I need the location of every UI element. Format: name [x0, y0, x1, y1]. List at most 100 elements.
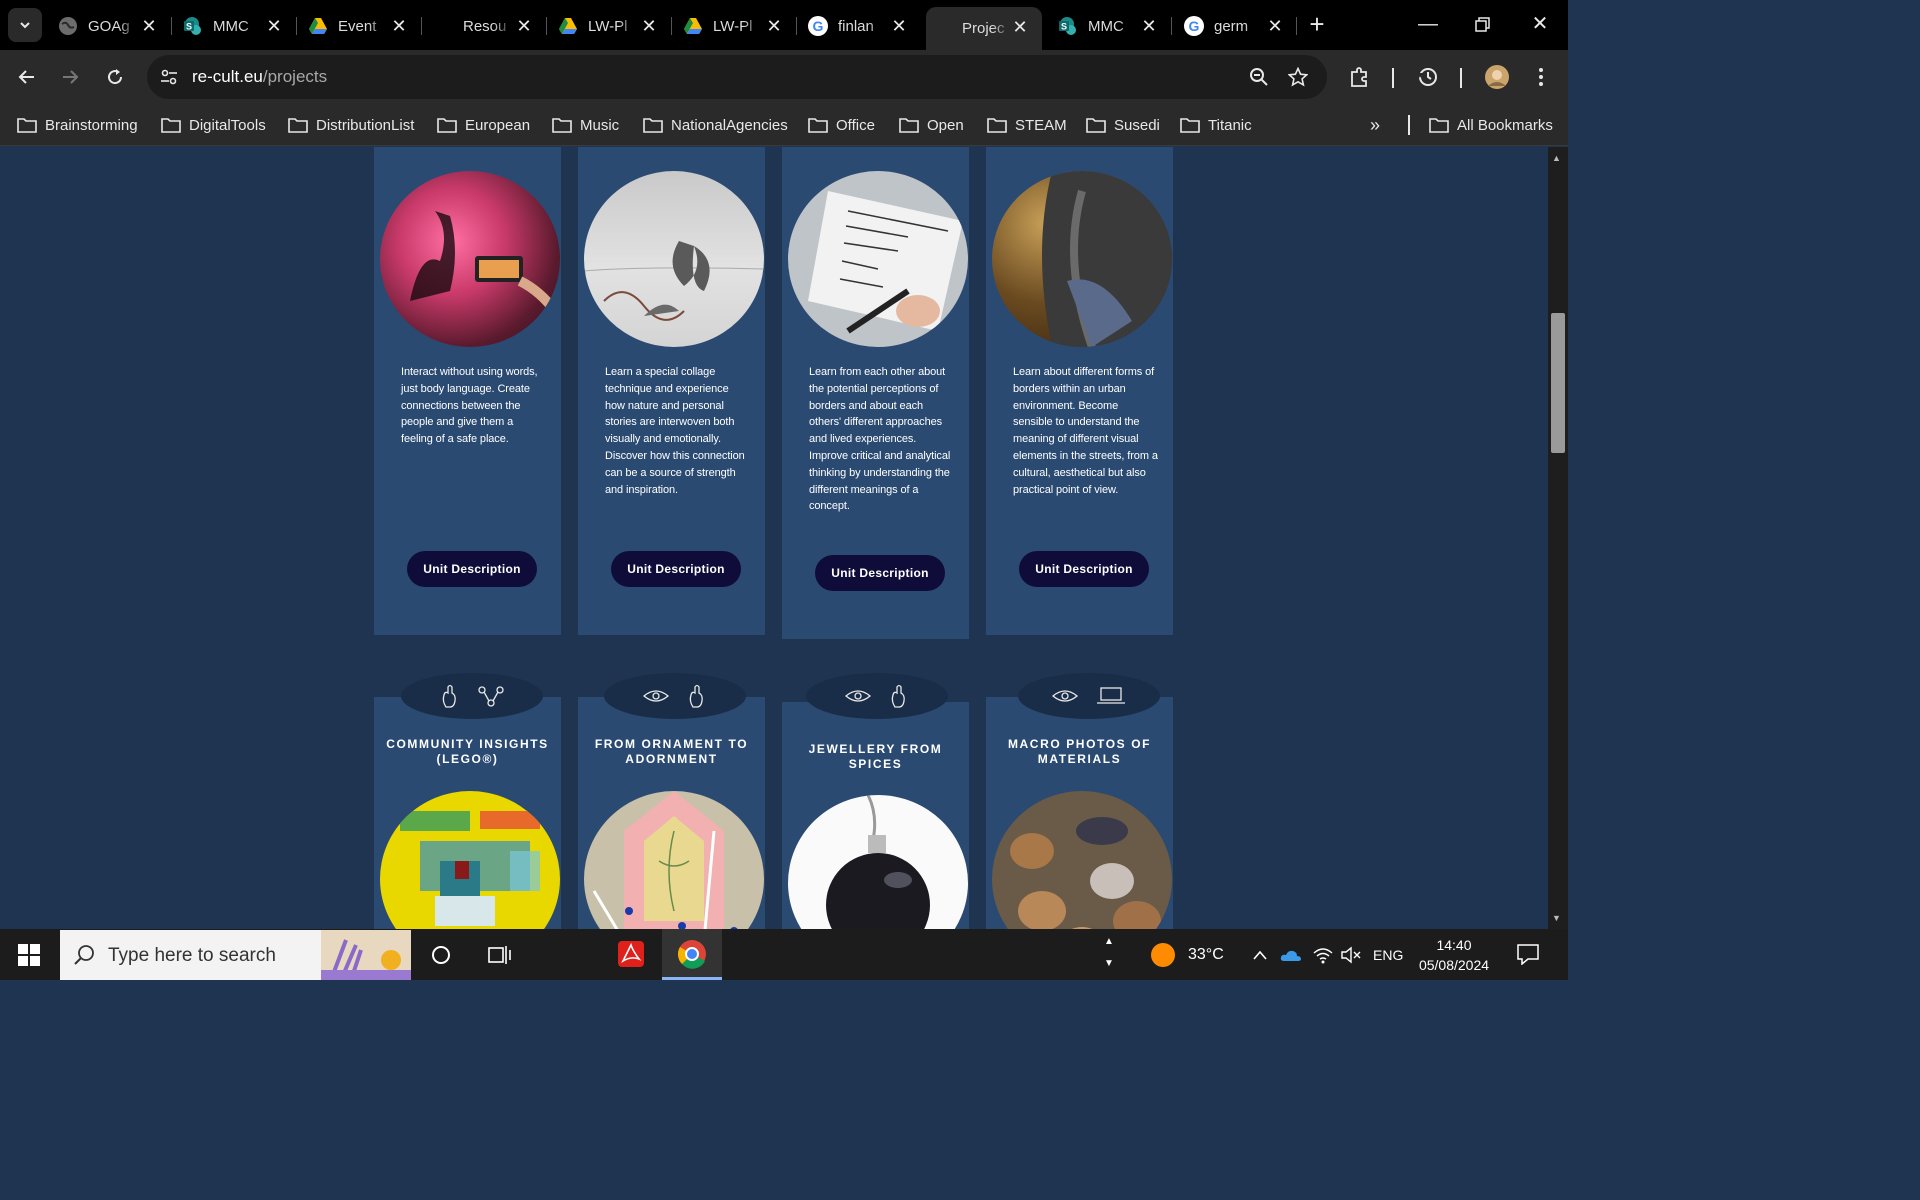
- close-icon[interactable]: ✕: [514, 16, 534, 36]
- laptop-icon: [1097, 687, 1125, 704]
- drive-icon: [558, 16, 578, 36]
- close-icon[interactable]: ✕: [889, 16, 909, 36]
- all-bookmarks-button[interactable]: All Bookmarks: [1429, 112, 1553, 138]
- taskbar-chrome[interactable]: [662, 929, 722, 980]
- bookmark-folder-titanic[interactable]: Titanic: [1180, 112, 1252, 138]
- folder-icon: [643, 118, 663, 133]
- svg-text:S: S: [1061, 22, 1067, 32]
- windows-start-icon[interactable]: [18, 944, 40, 971]
- onedrive-icon[interactable]: [1280, 929, 1302, 980]
- extensions-button[interactable]: [1345, 62, 1375, 92]
- tab-resou[interactable]: Resou ✕: [421, 8, 546, 44]
- project-description: Learn a special collage technique and ex…: [605, 366, 745, 496]
- tab-finlan[interactable]: G finlan ✕: [796, 8, 921, 44]
- folder-icon: [808, 118, 828, 133]
- zoom-icon[interactable]: [1249, 67, 1269, 87]
- tab-event[interactable]: Event ✕: [296, 8, 421, 44]
- cortana-icon[interactable]: [430, 944, 452, 971]
- close-icon[interactable]: ✕: [764, 16, 784, 36]
- close-icon[interactable]: ✕: [1265, 16, 1285, 36]
- taskbar-search-input[interactable]: Type here to search: [60, 930, 411, 980]
- bookmark-folder-digitaltools[interactable]: DigitalTools: [161, 112, 266, 138]
- forward-button[interactable]: [55, 62, 85, 92]
- project-description: Learn from each other about the potentia…: [809, 366, 951, 513]
- task-view-icon[interactable]: [488, 944, 512, 971]
- tab-goag[interactable]: GOAg ✕: [46, 8, 171, 44]
- close-icon[interactable]: ✕: [264, 16, 284, 36]
- tab-title: LW-Pl: [713, 17, 753, 35]
- tab-projects-active[interactable]: Projec ✕: [926, 7, 1042, 50]
- tab-mmc-2[interactable]: S MMC ✕: [1046, 8, 1171, 44]
- scroll-up-arrow-icon[interactable]: ▲: [1552, 153, 1561, 163]
- minimize-button[interactable]: —: [1413, 10, 1443, 40]
- weather-widget[interactable]: 33°C: [1150, 929, 1224, 980]
- project-title: MACRO PHOTOS OF MATERIALS: [1007, 737, 1152, 766]
- skill-icons: [1018, 673, 1160, 719]
- close-icon[interactable]: ✕: [639, 16, 659, 36]
- tab-germ[interactable]: G germ ✕: [1172, 8, 1297, 44]
- bookmarks-bar: Brainstorming DigitalTools DistributionL…: [0, 104, 1568, 146]
- bookmark-folder-distributionlist[interactable]: DistributionList: [288, 112, 414, 138]
- chrome-menu-button[interactable]: [1526, 62, 1556, 92]
- volume-muted-icon[interactable]: [1340, 929, 1362, 980]
- bookmark-star-icon[interactable]: [1288, 67, 1308, 87]
- language-indicator[interactable]: ENG: [1373, 929, 1403, 980]
- notifications-icon[interactable]: [1516, 943, 1540, 970]
- unit-description-button[interactable]: Unit Description: [1019, 551, 1149, 587]
- history-button[interactable]: [1413, 62, 1443, 92]
- bookmark-folder-brainstorming[interactable]: Brainstorming: [17, 112, 138, 138]
- bookmark-folder-nationalagencies[interactable]: NationalAgencies: [643, 112, 788, 138]
- taskbar-acrobat[interactable]: [606, 929, 656, 980]
- svg-text:G: G: [1189, 18, 1200, 34]
- close-icon[interactable]: ✕: [1010, 17, 1030, 37]
- tab-strip: GOAg ✕ S MMC ✕ Event ✕ Resou ✕ LW-Pl ✕ L…: [0, 0, 1568, 50]
- bookmark-folder-office[interactable]: Office: [808, 112, 875, 138]
- scroll-down-arrow-icon[interactable]: ▼: [1552, 913, 1561, 923]
- folder-icon: [899, 118, 919, 133]
- page-scrollbar[interactable]: ▲ ▼: [1548, 147, 1568, 929]
- tab-title: MMC: [1088, 17, 1124, 35]
- back-button[interactable]: [12, 62, 42, 92]
- clock[interactable]: 14:40 05/08/2024: [1414, 935, 1494, 975]
- scrollbar-thumb[interactable]: [1551, 313, 1565, 453]
- network-icon[interactable]: [1312, 929, 1334, 980]
- taskbar-scroll-arrows[interactable]: ▲ ▼: [1100, 931, 1118, 977]
- project-card: Learn a special collage technique and ex…: [578, 147, 765, 635]
- search-placeholder: Type here to search: [108, 945, 276, 966]
- project-image: [380, 171, 560, 347]
- unit-description-button[interactable]: Unit Description: [611, 551, 741, 587]
- unit-description-button[interactable]: Unit Description: [815, 555, 945, 591]
- close-icon[interactable]: ✕: [389, 16, 409, 36]
- project-title: FROM ORNAMENT TO ADORNMENT: [594, 737, 749, 766]
- close-icon[interactable]: ✕: [1139, 16, 1159, 36]
- show-hidden-icons[interactable]: [1252, 929, 1268, 980]
- tab-mmc-1[interactable]: S MMC ✕: [171, 8, 296, 44]
- folder-icon: [1180, 118, 1200, 133]
- tab-search-button[interactable]: [8, 8, 42, 42]
- hand-icon: [689, 684, 703, 708]
- tab-lw-pl-2[interactable]: LW-Pl ✕: [671, 8, 796, 44]
- globe-icon: [58, 16, 78, 36]
- network-icon: [478, 686, 504, 707]
- project-description: Interact without using words, just body …: [401, 366, 538, 446]
- restore-icon: [1475, 17, 1490, 32]
- bookmarks-overflow-button[interactable]: »: [1370, 112, 1380, 138]
- svg-text:S: S: [186, 22, 192, 32]
- close-icon[interactable]: ✕: [139, 16, 159, 36]
- address-bar[interactable]: re-cult.eu/projects: [147, 55, 1327, 99]
- new-tab-button[interactable]: +: [1302, 10, 1332, 40]
- bookmark-folder-music[interactable]: Music: [552, 112, 619, 138]
- tab-lw-pl-1[interactable]: LW-Pl ✕: [546, 8, 671, 44]
- unit-description-button[interactable]: Unit Description: [407, 551, 537, 587]
- site-info-icon[interactable]: [159, 67, 179, 87]
- bookmark-folder-open[interactable]: Open: [899, 112, 964, 138]
- bookmark-folder-steam[interactable]: STEAM: [987, 112, 1067, 138]
- profile-avatar[interactable]: [1482, 62, 1512, 92]
- reload-button[interactable]: [100, 62, 130, 92]
- bookmark-folder-susedi[interactable]: Susedi: [1086, 112, 1160, 138]
- restore-button[interactable]: [1468, 10, 1498, 40]
- svg-text:G: G: [813, 18, 824, 34]
- windows-taskbar: Type here to search ▲ ▼ 33°C ENG 14:40 05…: [0, 929, 1568, 980]
- close-window-button[interactable]: ✕: [1525, 10, 1555, 40]
- bookmark-folder-european[interactable]: European: [437, 112, 530, 138]
